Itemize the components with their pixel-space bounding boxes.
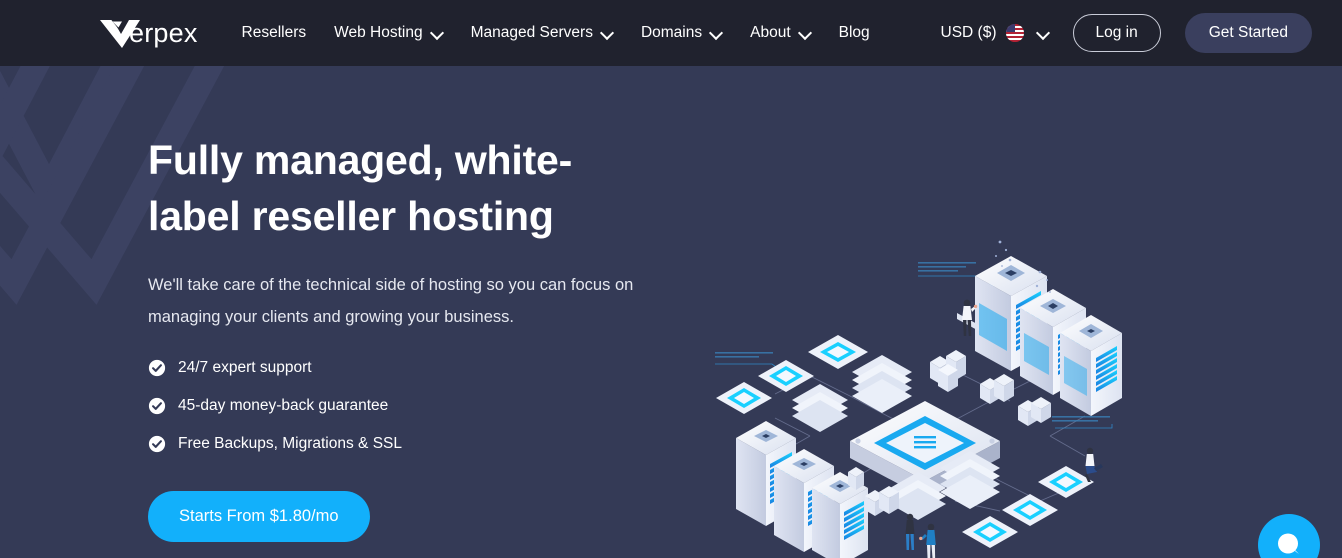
feature-label: 45-day money-back guarantee: [178, 397, 389, 414]
currency-label: USD ($): [940, 24, 997, 41]
get-started-button[interactable]: Get Started: [1184, 13, 1312, 53]
chevron-down-icon: [711, 28, 722, 39]
login-button[interactable]: Log in: [1072, 14, 1161, 52]
nav-item-label: Resellers: [241, 24, 307, 41]
starts-from-price-button[interactable]: Starts From $1.80/mo: [148, 491, 370, 542]
nav-item-resellers[interactable]: Resellers: [228, 0, 321, 66]
currency-selector[interactable]: USD ($): [929, 24, 1061, 42]
nav-links: Resellers Web Hosting Managed Servers Do…: [228, 0, 884, 66]
chevron-down-icon: [432, 28, 443, 39]
nav-item-domains[interactable]: Domains: [627, 0, 736, 66]
logo-wordmark: erpex: [129, 17, 198, 48]
check-circle-icon: [148, 435, 166, 453]
feature-item: Free Backups, Migrations & SSL: [148, 435, 688, 453]
hero-subtitle: We'll take care of the technical side of…: [148, 276, 634, 326]
feature-label: 24/7 expert support: [178, 359, 312, 376]
hero-feature-list: 24/7 expert support 45-day money-back gu…: [148, 359, 688, 453]
check-circle-icon: [148, 359, 166, 377]
check-circle-icon: [148, 397, 166, 415]
nav-right-actions: USD ($) Log in Get Started: [929, 13, 1312, 53]
chevron-down-icon: [602, 28, 613, 39]
nav-item-managed-servers[interactable]: Managed Servers: [457, 0, 627, 66]
verpex-logo[interactable]: erpex: [98, 18, 198, 49]
chevron-down-icon: [800, 28, 811, 39]
nav-item-web-hosting[interactable]: Web Hosting: [320, 0, 456, 66]
nav-item-label: Domains: [640, 24, 703, 41]
nav-item-label: About: [750, 24, 791, 41]
top-navigation-bar: erpex Resellers Web Hosting Managed Serv…: [0, 0, 1342, 66]
us-flag-icon: [1005, 24, 1024, 42]
nav-item-blog[interactable]: Blog: [825, 0, 884, 66]
hero-copy: Fully managed, white-label reseller host…: [148, 132, 688, 542]
nav-item-label: Managed Servers: [470, 24, 593, 41]
nav-item-label: Web Hosting: [334, 24, 423, 41]
hero-section: Fully managed, white-label reseller host…: [0, 66, 1342, 558]
feature-label: Free Backups, Migrations & SSL: [178, 435, 402, 452]
nav-item-label: Blog: [838, 24, 870, 41]
hero-title: Fully managed, white-label reseller host…: [148, 137, 573, 239]
hero-inner: Fully managed, white-label reseller host…: [0, 66, 1342, 542]
nav-item-about[interactable]: About: [736, 0, 825, 66]
chat-bubble-icon: [1278, 533, 1299, 554]
feature-item: 45-day money-back guarantee: [148, 397, 688, 415]
feature-item: 24/7 expert support: [148, 359, 688, 377]
chevron-down-icon: [1038, 28, 1049, 39]
